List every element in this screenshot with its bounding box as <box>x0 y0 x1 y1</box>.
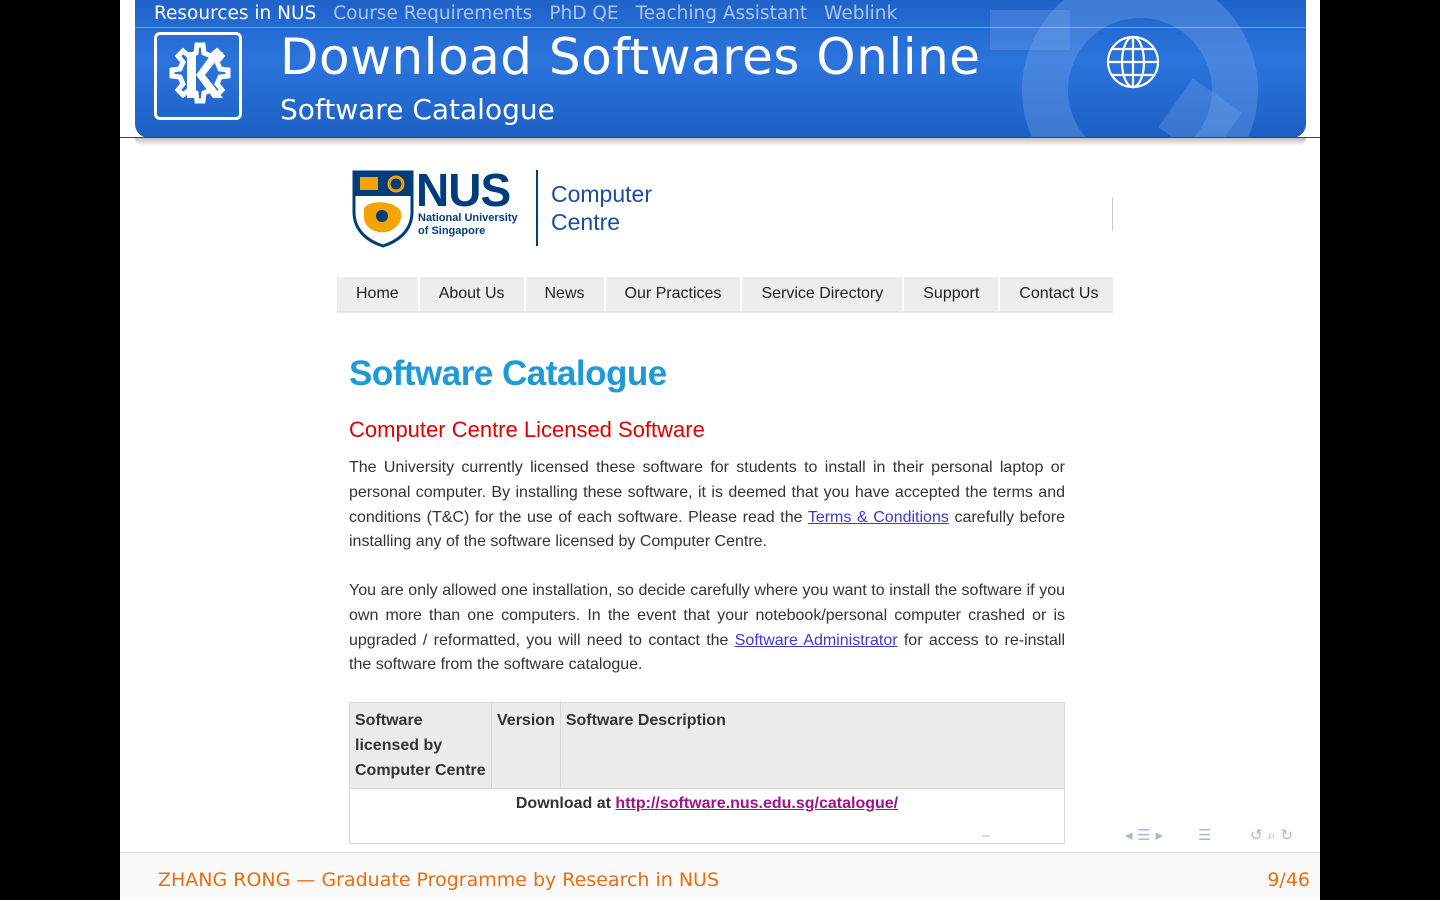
catalogue-download-link[interactable]: http://software.nus.edu.sg/catalogue/ <box>615 795 898 812</box>
download-cell: Download at http://software.nus.edu.sg/c… <box>349 788 1065 844</box>
logo-divider <box>536 170 538 246</box>
slide: Resources in NUS Course Requirements PhD Q… <box>120 0 1320 900</box>
nav-teaching-assistant[interactable]: Teaching Assistant <box>636 3 808 24</box>
menu-service-directory[interactable]: Service Directory <box>742 277 905 311</box>
table-row: Download at http://software.nus.edu.sg/c… <box>349 788 1065 844</box>
beamer-nav-subsection-icon[interactable]: ◂ ☰ ▸ <box>1125 826 1163 844</box>
footer-page-number: 9/46 <box>1267 869 1310 891</box>
slide-footer: ZHANG RONG — Graduate Programme by Resea… <box>120 852 1320 900</box>
globe-icon <box>1106 35 1160 89</box>
nus-wordmark: NUS <box>416 164 511 216</box>
menu-our-practices[interactable]: Our Practices <box>606 277 743 311</box>
slide-title: Download Softwares Online <box>280 28 981 86</box>
page-heading: Software Catalogue <box>349 354 667 393</box>
installation-paragraph: You are only allowed one installation, s… <box>349 579 1065 678</box>
nav-resources-in-nus[interactable]: Resources in NUS <box>154 3 316 24</box>
nus-name-line2: of Singapore <box>418 225 486 237</box>
menu-support[interactable]: Support <box>904 277 1001 311</box>
header-bottom-line <box>120 137 1320 138</box>
beamer-nav-section-icon[interactable]: ☰ <box>1198 826 1211 844</box>
menu-underline <box>337 311 1113 313</box>
kde-logo-icon <box>154 32 242 120</box>
software-administrator-link[interactable]: Software Administrator <box>735 632 898 649</box>
table-header-row: Software licensed by Computer Centre Ver… <box>349 702 1066 789</box>
nav-phd-qe[interactable]: PhD QE <box>549 3 618 24</box>
site-menu: Home About Us News Our Practices Service… <box>337 277 1113 311</box>
cc-line1: Computer <box>551 181 652 207</box>
cc-line2: Centre <box>551 209 621 235</box>
column-header-description: Software Description <box>559 702 1066 789</box>
column-header-software: Software licensed by Computer Centre <box>349 702 492 789</box>
nus-webpage-screenshot: NUS National University of Singapore Com… <box>337 160 1113 844</box>
nav-weblink[interactable]: Weblink <box>824 3 897 24</box>
column-header-version: Version <box>491 702 561 789</box>
banner-shadow <box>135 138 1306 146</box>
beamer-nav-search-icon[interactable]: ↺ ⌕ ↻ <box>1250 826 1293 844</box>
menu-about-us[interactable]: About Us <box>420 277 526 311</box>
download-label: Download at <box>515 795 616 812</box>
menu-news[interactable]: News <box>526 277 606 311</box>
section-navigation: Resources in NUS Course Requirements PhD Q… <box>154 3 914 24</box>
menu-contact-us[interactable]: Contact Us <box>1000 277 1117 311</box>
slide-subtitle: Software Catalogue <box>280 93 555 126</box>
computer-centre-logo-text: Computer Centre <box>551 180 652 236</box>
menu-home[interactable]: Home <box>337 277 420 311</box>
nus-crest-icon <box>352 170 414 248</box>
header-right-divider <box>1112 197 1113 231</box>
nus-name-line1: National University <box>418 212 518 224</box>
nav-course-requirements[interactable]: Course Requirements <box>333 3 532 24</box>
section-heading: Computer Centre Licensed Software <box>349 417 705 442</box>
footer-author-title: ZHANG RONG — Graduate Programme by Resea… <box>158 869 720 891</box>
intro-paragraph: The University currently licensed these … <box>349 456 1065 555</box>
terms-conditions-link[interactable]: Terms & Conditions <box>808 509 949 526</box>
beamer-nav-frame-icon[interactable]: ⎯ <box>982 826 990 844</box>
software-table: Software licensed by Computer Centre Ver… <box>349 702 1066 844</box>
